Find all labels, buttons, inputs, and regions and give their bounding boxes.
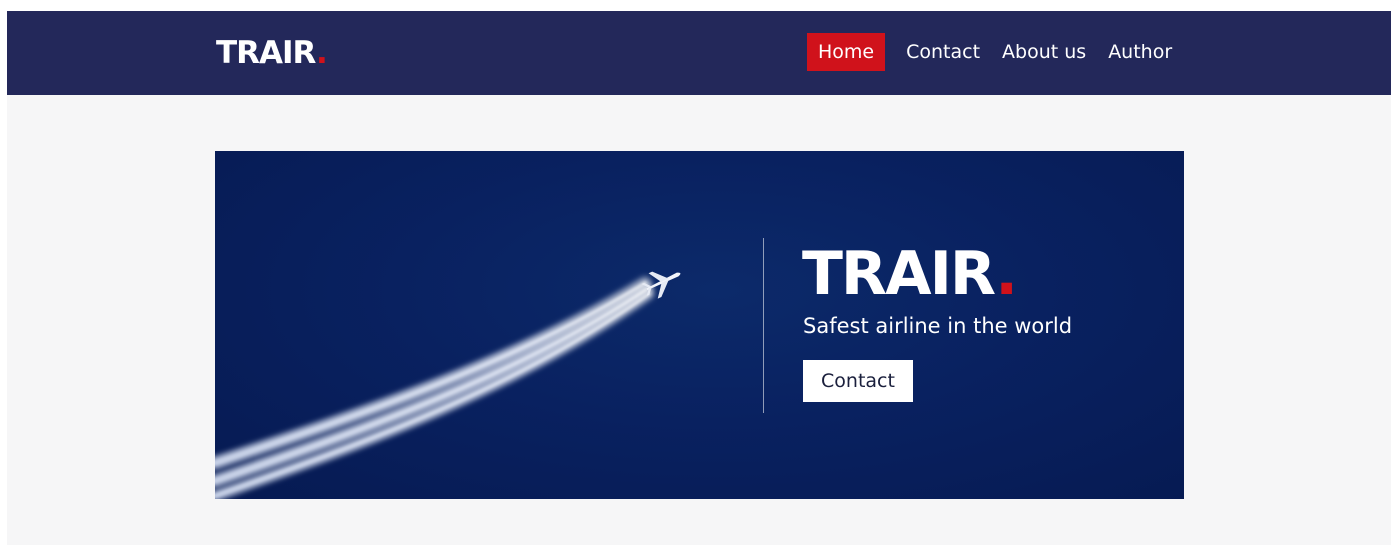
main-nav: Home Contact About us Author [807, 33, 1184, 71]
nav-link-contact[interactable]: Contact [896, 33, 990, 71]
hero-title-text: TRAIR [802, 239, 997, 309]
hero-title-dot: . [995, 239, 1018, 309]
hero-title: TRAIR. [802, 239, 1018, 309]
hero-tagline: Safest airline in the world [803, 314, 1073, 338]
logo-dot: . [316, 35, 328, 71]
logo-text: TRAIR [216, 35, 317, 71]
contact-button[interactable]: Contact [803, 360, 913, 402]
hero-divider [763, 238, 764, 413]
nav-link-about-us[interactable]: About us [992, 33, 1096, 71]
page: TRAIR. Home Contact About us Author TRAI… [7, 11, 1391, 545]
contrail [215, 277, 654, 499]
logo[interactable]: TRAIR. [216, 33, 328, 73]
navbar: TRAIR. Home Contact About us Author [7, 11, 1391, 95]
nav-link-home[interactable]: Home [807, 33, 886, 71]
nav-link-author[interactable]: Author [1098, 33, 1182, 71]
hero-banner: TRAIR. Safest airline in the world Conta… [215, 151, 1184, 499]
